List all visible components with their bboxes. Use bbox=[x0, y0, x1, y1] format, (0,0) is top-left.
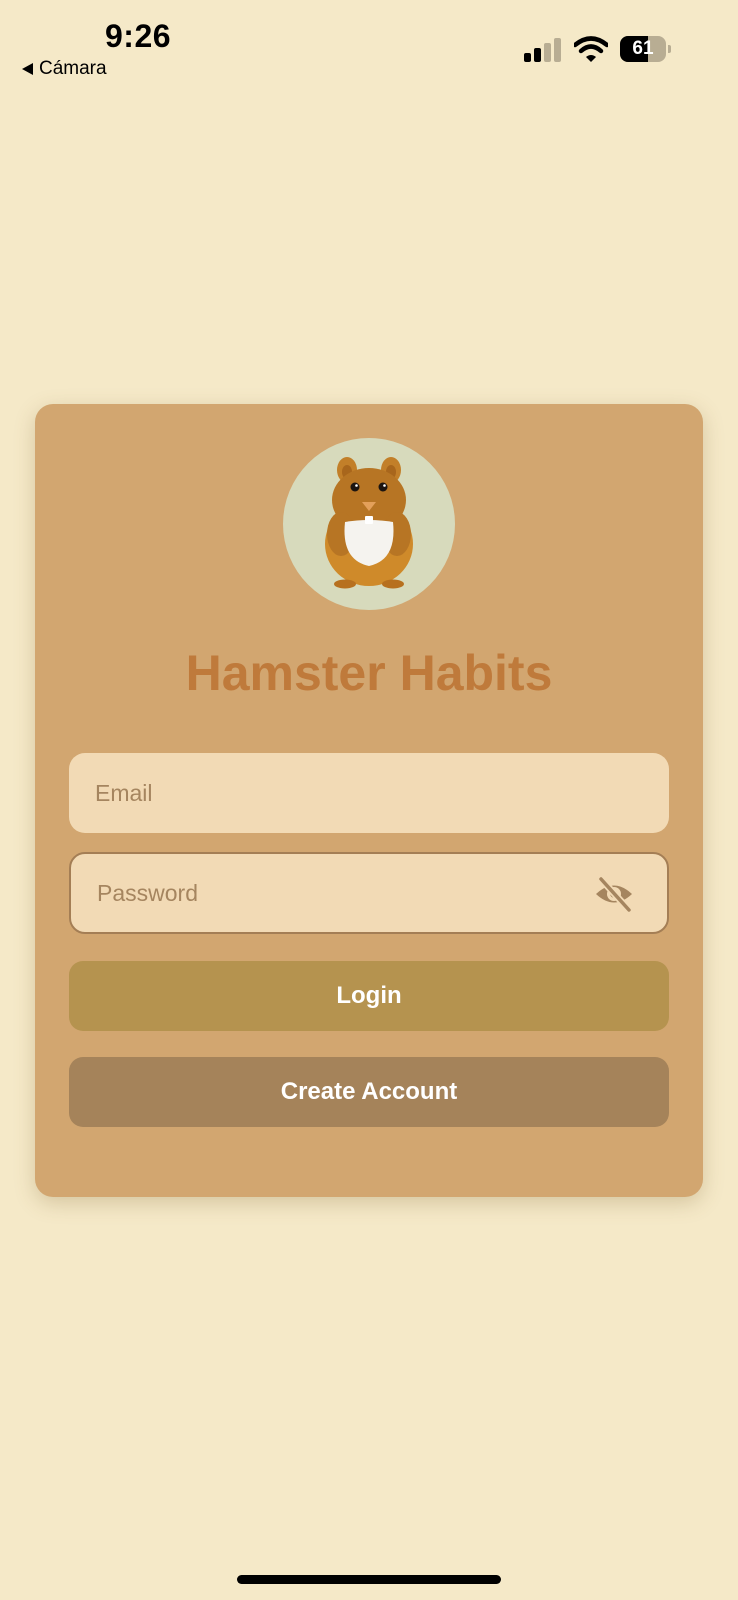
signal-bar bbox=[524, 53, 531, 62]
signal-bar bbox=[544, 43, 551, 62]
login-button[interactable]: Login bbox=[69, 961, 669, 1031]
email-placeholder: Email bbox=[95, 779, 153, 806]
wifi-icon bbox=[574, 36, 608, 62]
email-field[interactable]: Email bbox=[69, 753, 669, 833]
battery-icon: 61 bbox=[620, 36, 671, 62]
signal-bar bbox=[534, 48, 541, 62]
eye-slash-icon[interactable] bbox=[593, 874, 635, 914]
home-indicator[interactable] bbox=[237, 1575, 501, 1584]
hamster-icon bbox=[325, 457, 413, 589]
login-card: Hamster Habits Email Password Login Crea… bbox=[35, 404, 703, 1197]
app-title: Hamster Habits bbox=[185, 645, 553, 701]
create-account-button[interactable]: Create Account bbox=[69, 1057, 669, 1127]
signal-bar bbox=[554, 38, 561, 62]
hamster-logo bbox=[283, 438, 455, 610]
back-to-camera-link[interactable]: Cámara bbox=[22, 58, 107, 80]
back-arrow-icon bbox=[22, 63, 33, 75]
cellular-signal-icon bbox=[524, 38, 562, 62]
back-label: Cámara bbox=[39, 58, 107, 79]
status-time: 9:26 bbox=[105, 18, 172, 54]
password-placeholder: Password bbox=[97, 879, 198, 906]
password-field[interactable]: Password bbox=[69, 852, 669, 934]
battery-level: 61 bbox=[632, 38, 654, 59]
